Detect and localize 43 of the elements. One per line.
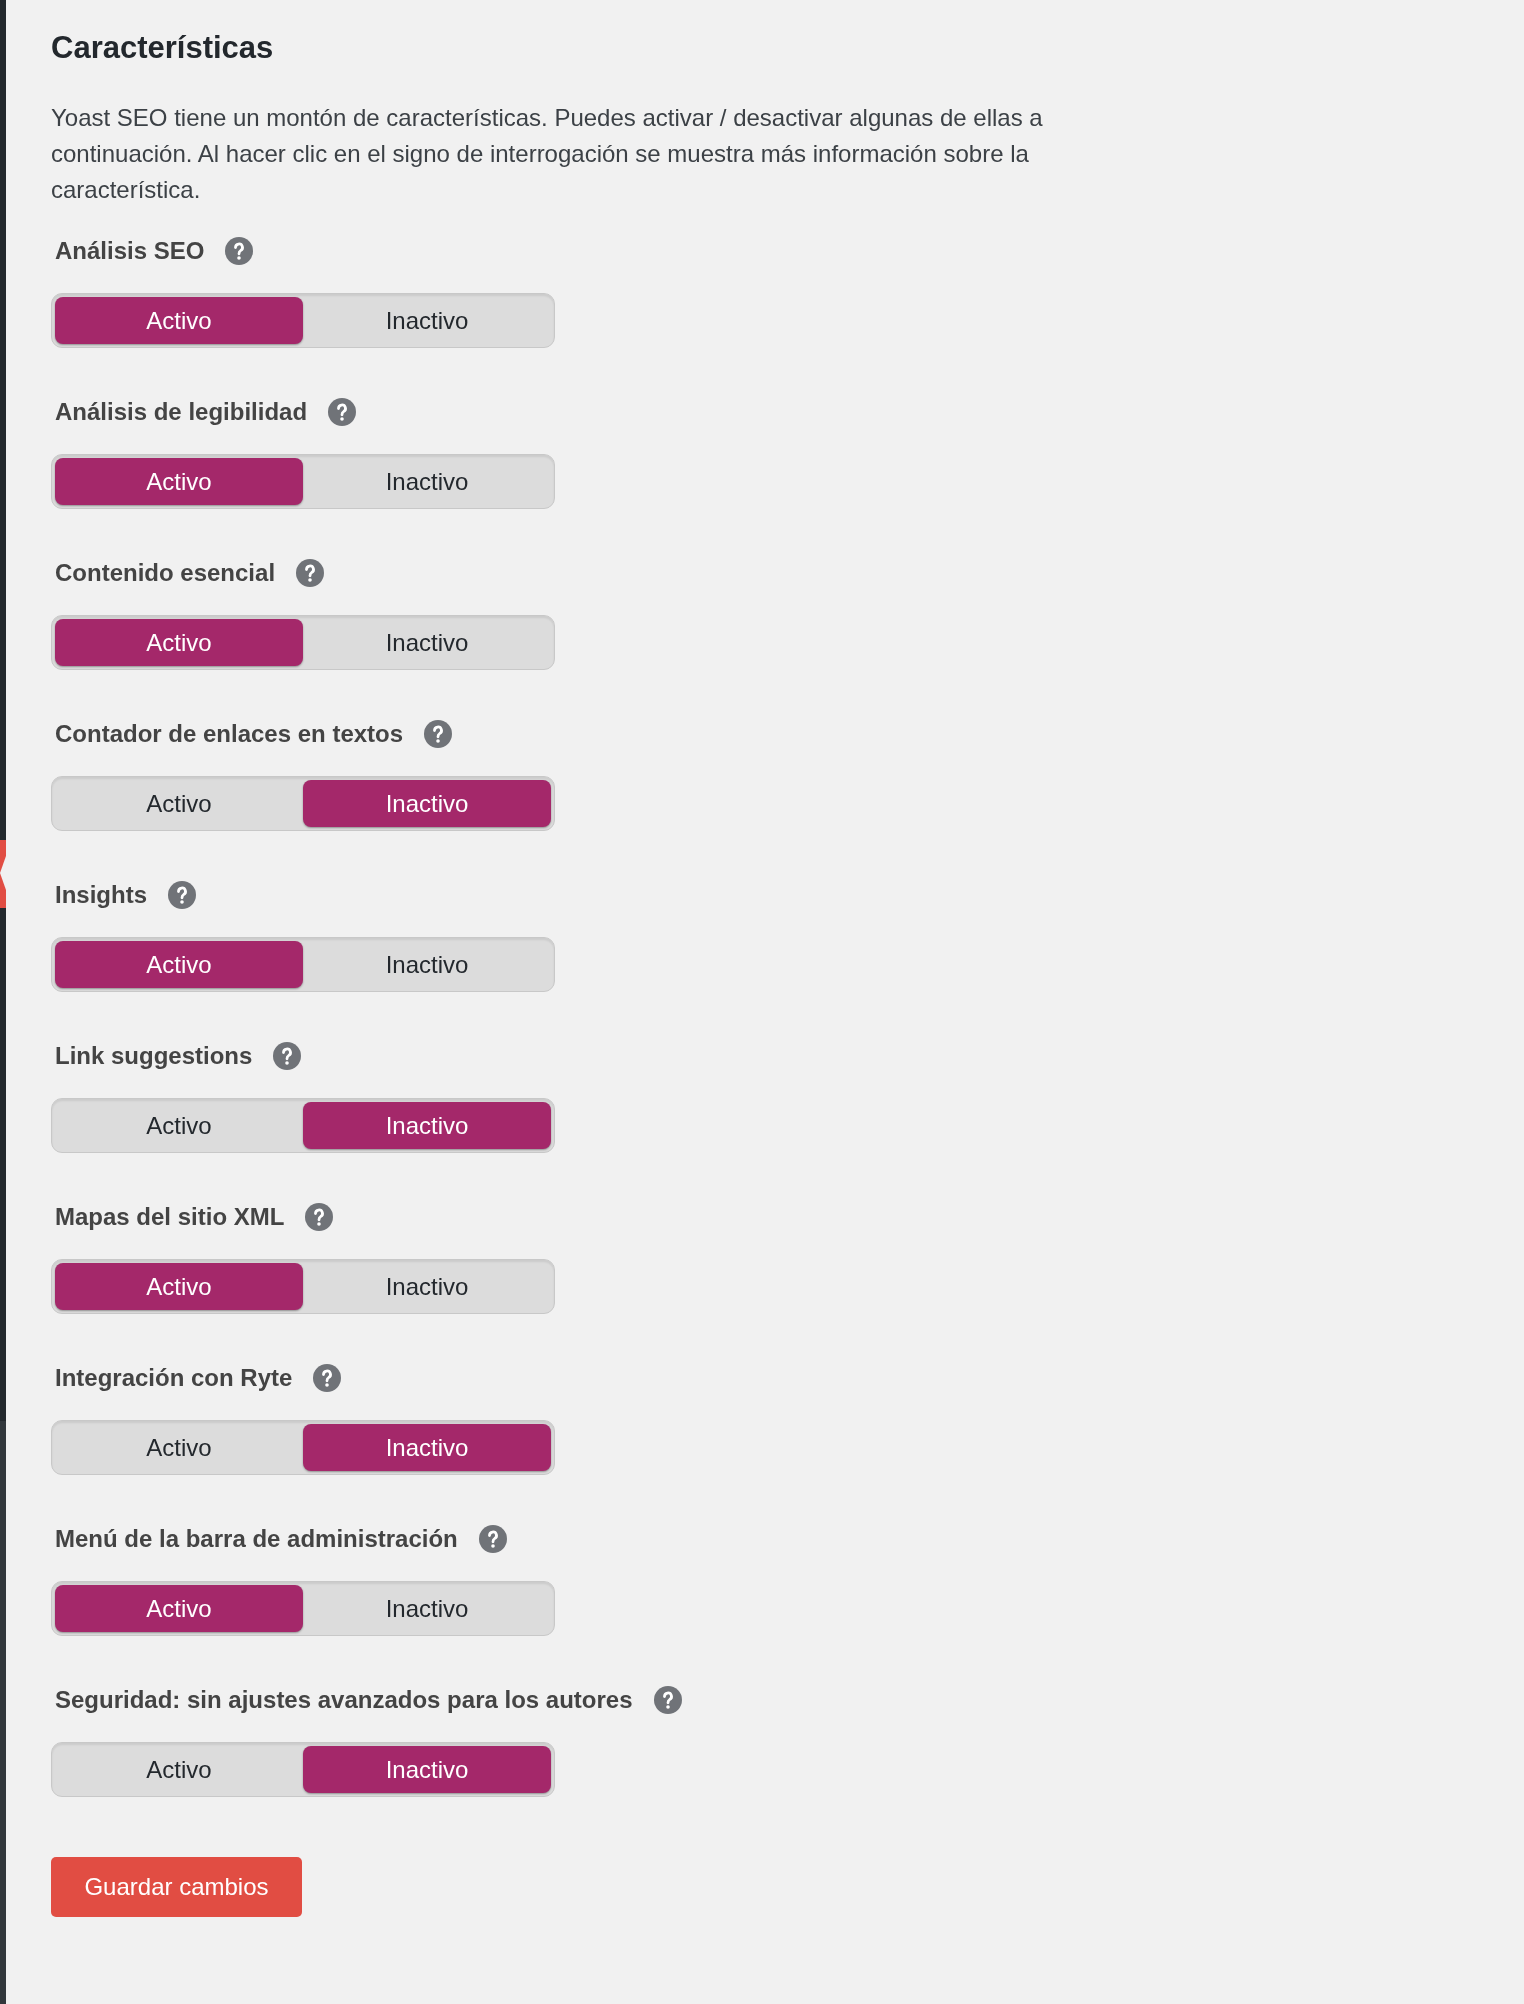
toggle-option[interactable]: Activo — [55, 1424, 303, 1471]
feature-label: Integración con Ryte — [55, 1363, 293, 1393]
feature-label: Contador de enlaces en textos — [55, 719, 404, 749]
toggle-option[interactable]: Inactivo — [303, 780, 551, 827]
toggle-option[interactable]: Inactivo — [303, 1424, 551, 1471]
feature-label: Análisis SEO — [55, 236, 205, 266]
toggle-option[interactable]: Activo — [55, 297, 303, 344]
toggle-option[interactable]: Inactivo — [303, 458, 551, 505]
help-icon[interactable] — [305, 1203, 334, 1231]
save-button[interactable]: Guardar cambios — [51, 1857, 302, 1917]
toggle-option[interactable]: Activo — [55, 458, 303, 505]
help-icon[interactable] — [296, 559, 325, 587]
toggle-option[interactable]: Activo — [55, 780, 303, 827]
toggle-option[interactable]: Inactivo — [303, 1102, 551, 1149]
help-icon[interactable] — [313, 1364, 342, 1392]
feature-label: Seguridad: sin ajustes avanzados para los autores — [55, 1685, 633, 1715]
help-icon[interactable] — [478, 1525, 507, 1553]
help-icon[interactable] — [424, 720, 453, 748]
toggle-option[interactable]: Activo — [55, 1585, 303, 1632]
toggle-option[interactable]: Activo — [55, 1263, 303, 1310]
feature-label: Insights — [55, 880, 147, 910]
help-icon[interactable] — [273, 1042, 302, 1070]
section-heading: Características — [51, 29, 274, 67]
help-icon[interactable] — [168, 881, 196, 909]
toggle-option[interactable]: Inactivo — [303, 1263, 551, 1310]
toggle-option[interactable]: Inactivo — [303, 941, 551, 988]
feature-label: Análisis de legibilidad — [55, 397, 308, 427]
toggle-option[interactable]: Activo — [55, 941, 303, 988]
feature-label: Contenido esencial — [55, 558, 276, 588]
toggle-option[interactable]: Inactivo — [303, 1585, 551, 1632]
toggle-option[interactable]: Inactivo — [303, 297, 551, 344]
toggle-option[interactable]: Activo — [55, 1102, 303, 1149]
feature-label: Mapas del sitio XML — [55, 1202, 285, 1232]
feature-label: Menú de la barra de administración — [55, 1524, 458, 1554]
feature-label: Link suggestions — [55, 1041, 253, 1071]
toggle-option[interactable]: Inactivo — [303, 619, 551, 666]
help-icon[interactable] — [225, 237, 254, 265]
section-description: Yoast SEO tiene un montón de características. Puedes activar / desactivar algunas de ellas a continuación. Al hacer clic en el signo de interrogación se muestra más información sobre la característica. — [51, 103, 1044, 205]
help-icon[interactable] — [328, 398, 357, 426]
toggle-option[interactable]: Activo — [55, 1746, 303, 1793]
help-icon[interactable] — [653, 1686, 682, 1714]
toggle-option[interactable]: Inactivo — [303, 1746, 551, 1793]
toggle-option[interactable]: Activo — [55, 619, 303, 666]
